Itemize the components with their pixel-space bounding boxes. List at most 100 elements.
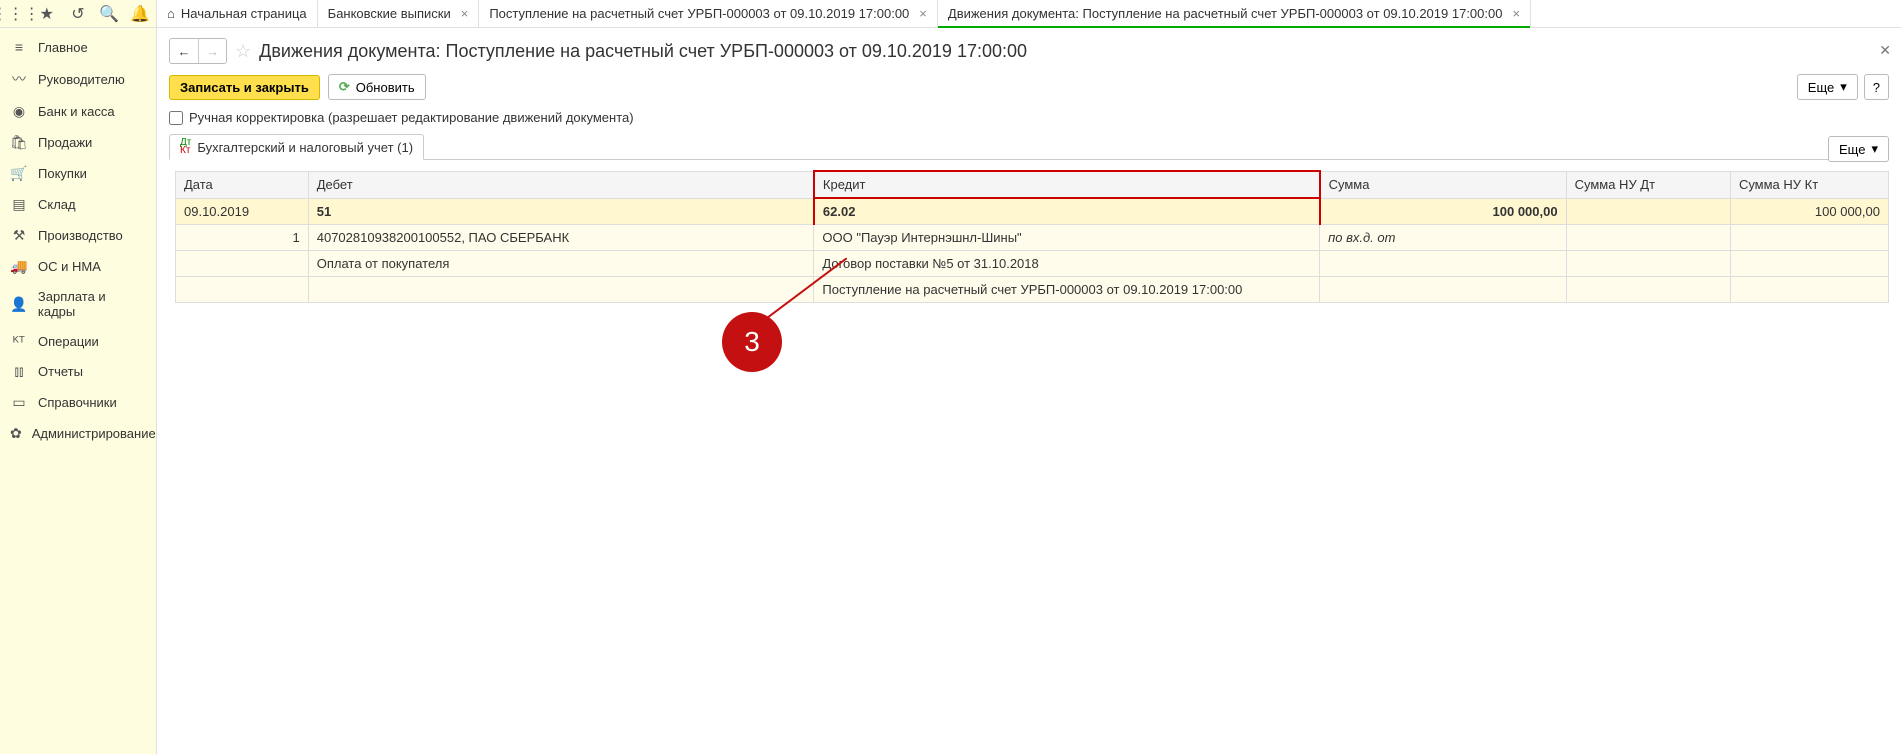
- refresh-icon: [339, 79, 350, 95]
- favorite-toggle[interactable]: ☆: [235, 41, 251, 62]
- sidebar-item-icon: ⫾⫾: [10, 363, 28, 380]
- manual-correction-row: Ручная корректировка (разрешает редактир…: [157, 108, 1901, 133]
- bell-icon[interactable]: 🔔: [129, 3, 151, 25]
- col-date[interactable]: Дата: [176, 171, 309, 198]
- apps-icon[interactable]: ⋮⋮⋮: [5, 3, 27, 25]
- tab[interactable]: ⌂ Начальная страница: [157, 0, 318, 27]
- table-header-row: Дата Дебет Кредит Сумма Сумма НУ Дт Сумм…: [176, 171, 1889, 198]
- col-credit[interactable]: Кредит: [814, 171, 1320, 198]
- tab-label: Поступление на расчетный счет УРБП-00000…: [489, 6, 909, 21]
- cell-date: 09.10.2019: [176, 198, 309, 225]
- manual-correction-checkbox[interactable]: [169, 111, 183, 125]
- cell-credit-detail: Договор поставки №5 от 31.10.2018: [814, 251, 1320, 277]
- sidebar-item-label: Банк и касса: [38, 104, 115, 119]
- col-debit[interactable]: Дебет: [308, 171, 814, 198]
- sidebar-item[interactable]: 🚚ОС и НМА: [0, 251, 156, 282]
- tab-close-icon[interactable]: ×: [461, 6, 469, 21]
- toolbar-icons: ⋮⋮⋮ ★ ↺ 🔍 🔔: [0, 0, 157, 27]
- sidebar-item-label: ОС и НМА: [38, 259, 101, 274]
- cell-sum-label: по вх.д. от: [1320, 225, 1567, 251]
- cell-debit-detail: Оплата от покупателя: [308, 251, 814, 277]
- sidebar-item[interactable]: ≡ Главное: [0, 32, 156, 62]
- entries-table: Дата Дебет Кредит Сумма Сумма НУ Дт Сумм…: [175, 170, 1889, 303]
- sidebar-item[interactable]: ᴷᵀ Операции: [0, 326, 156, 356]
- close-page-button[interactable]: ✕: [1879, 42, 1891, 59]
- accounting-tab-label: Бухгалтерский и налоговый учет (1): [197, 140, 413, 155]
- sidebar-item[interactable]: 👤 Зарплата и кадры: [0, 282, 156, 326]
- sidebar-item-icon: 🛍: [10, 134, 28, 151]
- sidebar-item-label: Зарплата и кадры: [38, 289, 146, 319]
- cell-debit: 51: [308, 198, 814, 225]
- toolbar: Записать и закрыть Обновить Еще ▾ ?: [157, 70, 1901, 108]
- callout-line: [767, 258, 847, 318]
- tab[interactable]: Банковские выписки ×: [318, 0, 480, 27]
- sidebar-item-icon: ⚒: [10, 227, 28, 244]
- sidebar-item-label: Операции: [38, 334, 99, 349]
- sidebar-item-icon: ᴷᵀ: [10, 333, 28, 349]
- sidebar-item-label: Производство: [38, 228, 123, 243]
- home-icon: ⌂: [167, 6, 175, 21]
- cell-credit-detail: ООО "Пауэр Интернэшнл-Шины": [814, 225, 1320, 251]
- nav-forward-button[interactable]: →: [198, 39, 226, 63]
- tab-close-icon[interactable]: ×: [1512, 6, 1520, 21]
- nav-back-button[interactable]: ←: [170, 39, 198, 63]
- sidebar-item[interactable]: ▤Склад: [0, 189, 156, 220]
- sidebar-item-icon: 👤: [10, 296, 28, 313]
- search-icon[interactable]: 🔍: [98, 3, 120, 25]
- tab[interactable]: Движения документа: Поступление на расче…: [938, 0, 1531, 27]
- sidebar-item[interactable]: 🛍 Продажи: [0, 127, 156, 158]
- table-row[interactable]: Оплата от покупателя Договор поставки №5…: [176, 251, 1889, 277]
- sidebar-item-label: Главное: [38, 40, 88, 55]
- accounting-tab[interactable]: ДтКт Бухгалтерский и налоговый учет (1): [169, 134, 424, 160]
- col-sum-nu-dt[interactable]: Сумма НУ Дт: [1566, 171, 1730, 198]
- sidebar-item-label: Отчеты: [38, 364, 83, 379]
- sidebar: ≡ Главное 〰 Руководителю ◉ Банк и касса 🛍 Прода…: [0, 28, 157, 754]
- sidebar-item-icon: ✿: [10, 425, 22, 442]
- table-row[interactable]: 1 40702810938200100552, ПАО СБЕРБАНК ООО…: [176, 225, 1889, 251]
- star-icon[interactable]: ★: [36, 3, 58, 25]
- sidebar-item[interactable]: ⚒ Производство: [0, 220, 156, 251]
- col-sum-nu-kt[interactable]: Сумма НУ Кт: [1730, 171, 1888, 198]
- nav-buttons: ← →: [169, 38, 227, 64]
- tab-label: Начальная страница: [181, 6, 307, 21]
- history-icon[interactable]: ↺: [67, 3, 89, 25]
- tab-close-icon[interactable]: ×: [919, 6, 927, 21]
- document-tabstrip: ДтКт Бухгалтерский и налоговый учет (1): [169, 133, 1889, 160]
- cell-credit-detail: Поступление на расчетный счет УРБП-00000…: [814, 277, 1320, 303]
- manual-correction-label: Ручная корректировка (разрешает редактир…: [189, 110, 634, 125]
- sidebar-item-label: Склад: [38, 197, 76, 212]
- sidebar-item[interactable]: 〰 Руководителю: [0, 62, 156, 96]
- sidebar-item-label: Руководителю: [38, 72, 125, 87]
- tab-bar: ⌂ Начальная страница Банковские выписки × По…: [157, 0, 1901, 27]
- dtkt-icon: ДтКт: [180, 139, 191, 155]
- table-row[interactable]: Поступление на расчетный счет УРБП-00000…: [176, 277, 1889, 303]
- cell-sum: 100 000,00: [1320, 198, 1567, 225]
- table-wrap: Еще ▾ Дата Дебет Кредит Сумма Сумма НУ Д…: [175, 170, 1889, 303]
- sidebar-item[interactable]: ◉ Банк и касса: [0, 96, 156, 127]
- sidebar-item-icon: ≡: [10, 39, 28, 55]
- sidebar-item[interactable]: 🛒Покупки: [0, 158, 156, 189]
- sidebar-item-icon: 〰: [10, 69, 28, 89]
- refresh-button[interactable]: Обновить: [328, 74, 426, 100]
- header-bar: ← → ☆ Движения документа: Поступление на…: [157, 28, 1901, 70]
- save-close-button[interactable]: Записать и закрыть: [169, 75, 320, 100]
- sidebar-item-icon: ◉: [10, 103, 28, 120]
- tab-label: Банковские выписки: [328, 6, 451, 21]
- cell-sum-nu-dt: [1566, 198, 1730, 225]
- table-more-button[interactable]: Еще ▾: [1828, 136, 1889, 162]
- table-row[interactable]: 09.10.2019 51 62.02 100 000,00 100 000,0…: [176, 198, 1889, 225]
- sidebar-item[interactable]: ✿Администрирование: [0, 418, 156, 449]
- refresh-label: Обновить: [356, 80, 415, 95]
- help-button[interactable]: ?: [1864, 74, 1889, 100]
- top-bar: ⋮⋮⋮ ★ ↺ 🔍 🔔 ⌂ Начальная страница Банковски…: [0, 0, 1901, 28]
- col-sum[interactable]: Сумма: [1320, 171, 1567, 198]
- more-button[interactable]: Еще ▾: [1797, 74, 1858, 100]
- sidebar-item[interactable]: ▭Справочники: [0, 387, 156, 418]
- sidebar-item-label: Продажи: [38, 135, 92, 150]
- sidebar-item-icon: ▭: [10, 394, 28, 411]
- sidebar-item[interactable]: ⫾⫾ Отчеты: [0, 356, 156, 387]
- cell-debit-detail: 40702810938200100552, ПАО СБЕРБАНК: [308, 225, 814, 251]
- cell-credit: 62.02: [814, 198, 1320, 225]
- tab[interactable]: Поступление на расчетный счет УРБП-00000…: [479, 0, 938, 27]
- page-title: Движения документа: Поступление на расче…: [259, 41, 1027, 62]
